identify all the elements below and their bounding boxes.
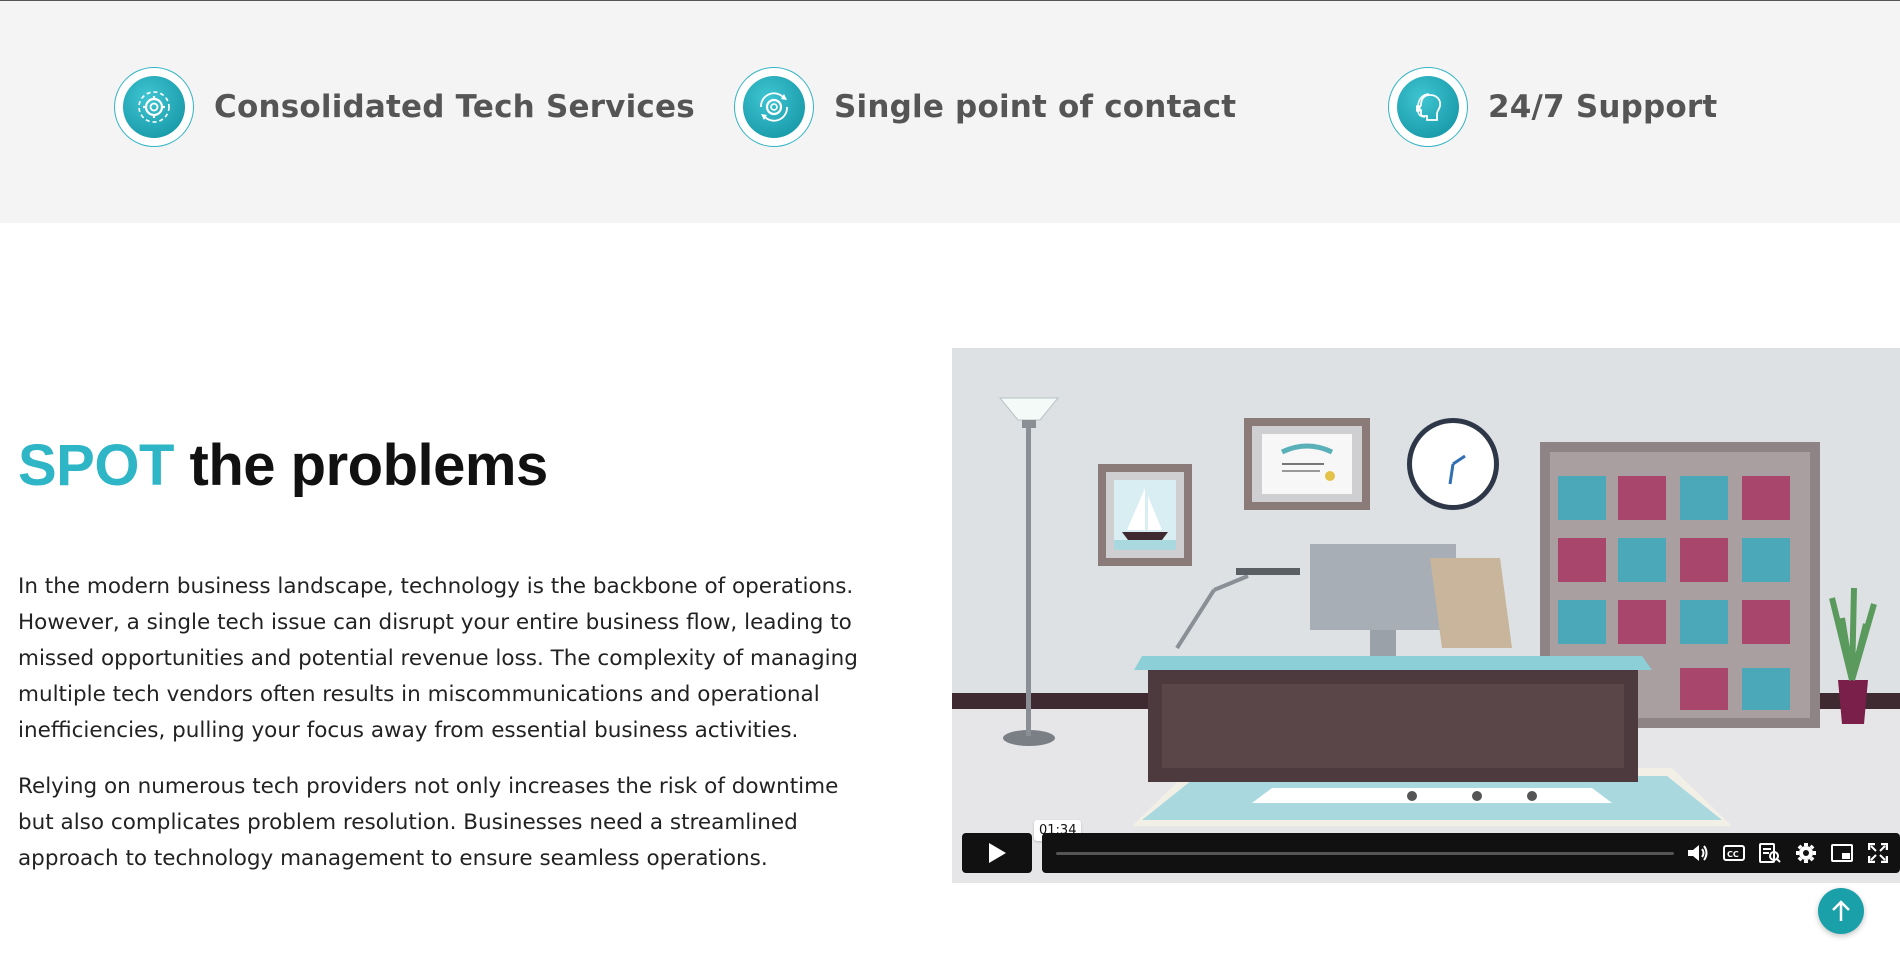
transcript-icon[interactable] xyxy=(1756,839,1784,867)
feature-label: Single point of contact xyxy=(834,89,1237,125)
section-title: SPOT the problems xyxy=(18,432,548,499)
features-strip: Consolidated Tech Services Single point … xyxy=(0,0,1900,223)
title-rest: the problems xyxy=(173,433,549,498)
gear-cycle-icon xyxy=(734,67,814,147)
problems-paragraph-1: In the modern business landscape, techno… xyxy=(18,574,858,743)
problems-paragraph-2: Relying on numerous tech providers not o… xyxy=(18,774,839,871)
feature-label: 24/7 Support xyxy=(1488,89,1718,125)
svg-text:CC: CC xyxy=(1727,850,1739,859)
play-button[interactable] xyxy=(962,833,1032,873)
captions-icon[interactable]: CC xyxy=(1720,839,1748,867)
office-illustration xyxy=(952,348,1900,883)
feature-single-contact: Single point of contact xyxy=(734,65,1236,149)
feature-consolidated-tech: Consolidated Tech Services xyxy=(114,65,695,149)
arrow-up-icon xyxy=(1832,900,1850,921)
title-accent: SPOT xyxy=(18,433,174,498)
play-icon xyxy=(989,843,1006,863)
video-controls: CC xyxy=(960,833,1900,873)
volume-icon[interactable] xyxy=(1684,839,1712,867)
gear-cog-icon xyxy=(114,67,194,147)
progress-track[interactable] xyxy=(1056,852,1674,855)
control-bar: CC xyxy=(1042,833,1900,873)
feature-support: 24/7 Support xyxy=(1388,65,1717,149)
video-player[interactable]: 01:34 CC xyxy=(952,348,1900,883)
feature-label: Consolidated Tech Services xyxy=(214,89,695,125)
fullscreen-icon[interactable] xyxy=(1864,839,1892,867)
settings-icon[interactable] xyxy=(1792,839,1820,867)
headset-person-icon xyxy=(1388,67,1468,147)
scroll-to-top-button[interactable] xyxy=(1818,888,1864,934)
picture-in-picture-icon[interactable] xyxy=(1828,839,1856,867)
